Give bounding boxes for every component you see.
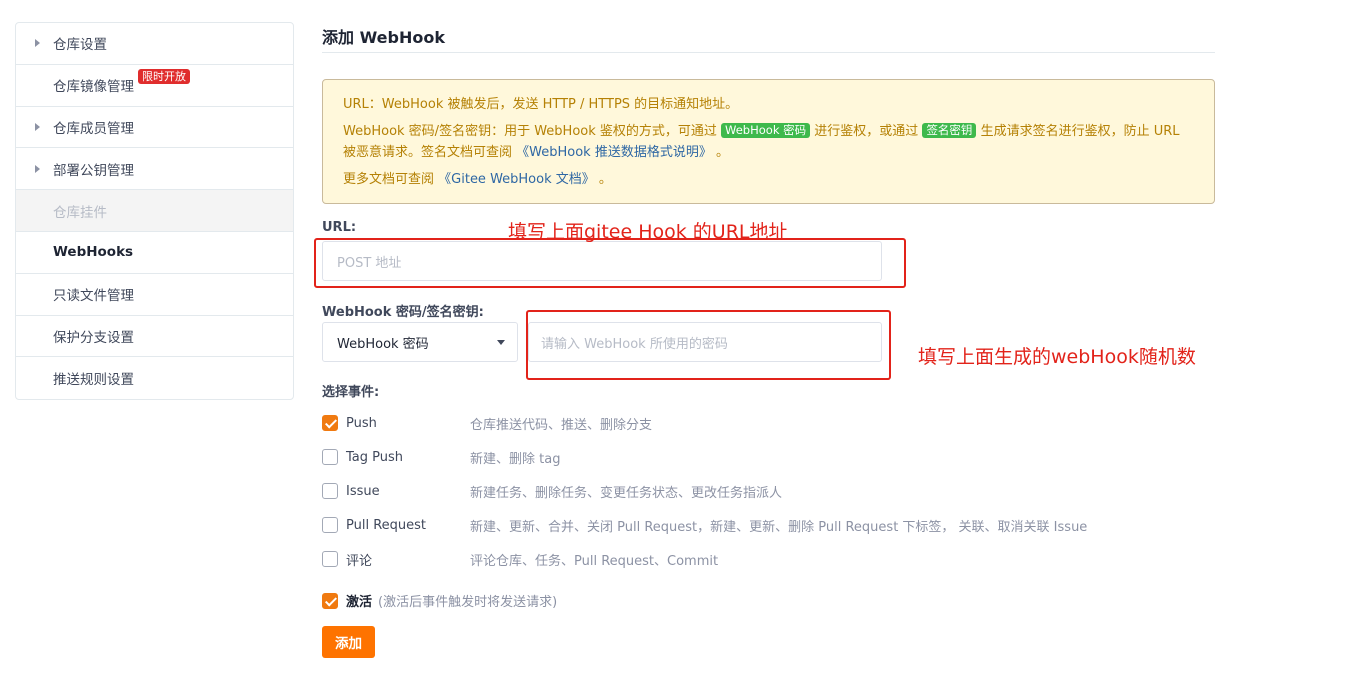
- sidebar-item-webhooks[interactable]: WebHooks: [16, 232, 293, 274]
- comment-checkbox[interactable]: [322, 551, 338, 567]
- notice-text: 更多文档可查阅: [343, 172, 435, 187]
- event-name: Tag Push: [346, 449, 404, 465]
- event-desc: 新建、删除 tag: [470, 451, 561, 467]
- notice-line-url: URL：WebHook 被触发后，发送 HTTP / HTTPS 的目标通知地址…: [343, 97, 739, 112]
- event-desc: 新建任务、删除任务、变更任务状态、更改任务指派人: [470, 485, 783, 501]
- info-notice: URL：WebHook 被触发后，发送 HTTP / HTTPS 的目标通知地址…: [322, 79, 1215, 204]
- tag-signature-key: 签名密钥: [922, 123, 977, 138]
- sidebar-item-protected-branches[interactable]: 保护分支设置: [16, 316, 293, 358]
- divider: [322, 52, 1215, 53]
- annotation-secret-note: 填写上面生成的webHook随机数: [918, 346, 1196, 368]
- sidebar-item-label: 仓库挂件: [53, 204, 107, 221]
- sidebar-item-label: 部署公钥管理: [53, 162, 134, 179]
- page-title: 添加 WebHook: [322, 28, 445, 47]
- tag-webhook-password: WebHook 密码: [721, 123, 811, 138]
- limited-badge: 限时开放: [138, 68, 190, 84]
- annotation-box-secret: [526, 310, 891, 380]
- event-row-tag-push: Tag Push 新建、删除 tag: [322, 447, 1215, 467]
- sidebar-item-label: WebHooks: [53, 244, 134, 261]
- sidebar-item-push-rules[interactable]: 推送规则设置: [16, 357, 293, 399]
- settings-sidebar: 仓库设置 仓库镜像管理 限时开放 仓库成员管理 部署公钥管理 仓库挂件 WebH…: [15, 22, 294, 401]
- event-desc: 评论仓库、任务、Pull Request、Commit: [470, 553, 719, 569]
- sidebar-item-label: 仓库成员管理: [53, 120, 134, 137]
- event-desc: 仓库推送代码、推送、删除分支: [470, 417, 653, 433]
- tag-push-checkbox[interactable]: [322, 449, 338, 465]
- chevron-down-icon: [497, 340, 505, 345]
- secret-type-value: WebHook 密码: [337, 336, 429, 352]
- add-button[interactable]: 添加: [322, 626, 375, 658]
- sidebar-item-label: 仓库设置: [53, 37, 107, 54]
- event-row-pull-request: Pull Request 新建、更新、合并、关闭 Pull Request，新建…: [322, 515, 1215, 535]
- secret-type-select[interactable]: WebHook 密码: [322, 322, 518, 362]
- notice-text: 。: [598, 172, 612, 187]
- event-name: Issue: [346, 483, 380, 499]
- event-row-push: Push 仓库推送代码、推送、删除分支: [322, 413, 1215, 433]
- sidebar-item-widgets: 仓库挂件: [16, 190, 293, 232]
- active-hint: (激活后事件触发时将发送请求): [378, 595, 558, 610]
- secret-label: WebHook 密码/签名密钥:: [322, 305, 484, 320]
- sidebar-item-repo-settings[interactable]: 仓库设置: [16, 23, 293, 65]
- event-row-comment: 评论 评论仓库、任务、Pull Request、Commit: [322, 549, 1215, 569]
- sidebar-item-label: 保护分支设置: [53, 329, 134, 346]
- link-push-data-format[interactable]: 《WebHook 推送数据格式说明》: [516, 145, 712, 160]
- active-checkbox[interactable]: [322, 592, 338, 609]
- active-row: 激活 (激活后事件触发时将发送请求): [322, 591, 557, 610]
- url-label: URL:: [322, 220, 357, 235]
- issue-checkbox[interactable]: [322, 483, 338, 499]
- pull-request-checkbox[interactable]: [322, 517, 338, 533]
- push-checkbox[interactable]: [322, 415, 338, 431]
- notice-text: 。: [715, 145, 729, 160]
- sidebar-item-members[interactable]: 仓库成员管理: [16, 107, 293, 149]
- annotation-url-note: 填写上面gitee Hook 的URL地址: [508, 221, 788, 243]
- event-row-issue: Issue 新建任务、删除任务、变更任务状态、更改任务指派人: [322, 481, 1215, 501]
- sidebar-item-readonly-files[interactable]: 只读文件管理: [16, 274, 293, 316]
- event-name: Pull Request: [346, 517, 427, 533]
- caret-right-icon: [35, 39, 40, 48]
- sidebar-item-deploy-keys[interactable]: 部署公钥管理: [16, 148, 293, 191]
- sidebar-item-mirror[interactable]: 仓库镜像管理 限时开放: [16, 65, 293, 107]
- active-label: 激活: [346, 595, 373, 610]
- sidebar-item-label: 只读文件管理: [53, 288, 134, 305]
- link-gitee-webhook-docs[interactable]: 《Gitee WebHook 文档》: [438, 172, 595, 187]
- caret-right-icon: [35, 164, 40, 173]
- event-desc: 新建、更新、合并、关闭 Pull Request，新建、更新、删除 Pull R…: [470, 519, 1088, 535]
- event-name: 评论: [346, 553, 373, 569]
- notice-line-secret: WebHook 密码/签名密钥：用于 WebHook 鉴权的方式，可通过 Web…: [343, 121, 1194, 163]
- notice-line-docs: 更多文档可查阅 《Gitee WebHook 文档》 。: [343, 169, 1194, 190]
- sidebar-item-label: 推送规则设置: [53, 372, 134, 389]
- events-label: 选择事件:: [322, 385, 380, 400]
- annotation-box-url: [314, 238, 906, 288]
- sidebar-item-label: 仓库镜像管理: [53, 79, 134, 96]
- notice-text: WebHook 密码/签名密钥：用于 WebHook 鉴权的方式，可通过: [343, 124, 717, 139]
- notice-text: 进行鉴权，或通过: [814, 124, 919, 139]
- event-name: Push: [346, 415, 377, 431]
- caret-right-icon: [35, 122, 40, 131]
